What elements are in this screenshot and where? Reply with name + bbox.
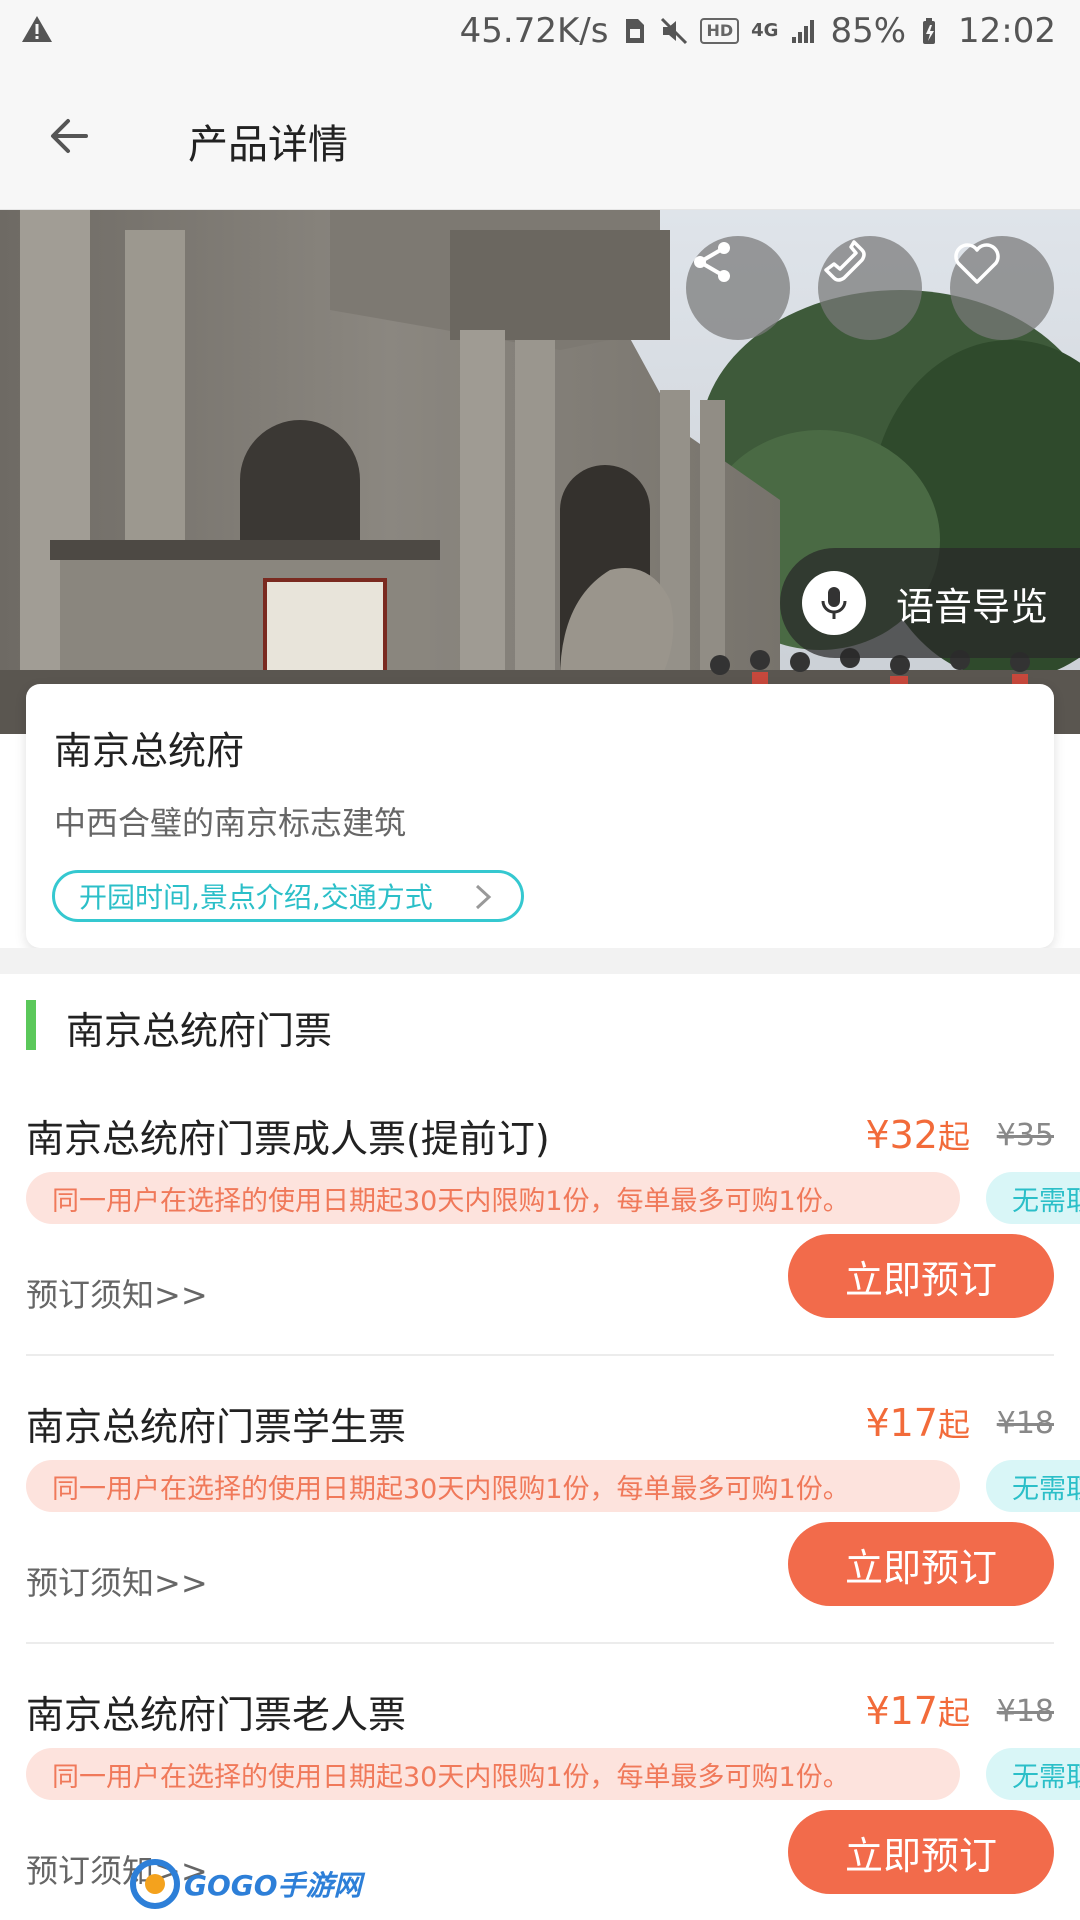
sim-icon <box>626 19 645 43</box>
status-bar: 45.72K/s HD 4G 85% 12:02 <box>0 0 1080 62</box>
battery-percent: 85% <box>830 11 907 51</box>
phone-icon <box>824 240 866 282</box>
share-icon <box>694 242 730 282</box>
signal-icon <box>792 20 815 43</box>
ticket-item: 南京总统府门票成人票(提前订) ¥32起 ¥35 同一用户在选择的使用日期起30… <box>0 1108 1080 1396</box>
ticket-item: 南京总统府门票学生票 ¥17起 ¥18 同一用户在选择的使用日期起30天内限购1… <box>0 1396 1080 1684</box>
network-type: 4G <box>751 20 779 41</box>
ticket-original-price: ¥18 <box>996 1694 1054 1729</box>
ticket-name: 南京总统府门票学生票 <box>26 1405 407 1449</box>
book-now-button[interactable]: 立即预订 <box>788 1522 1054 1606</box>
ticket-price: ¥17起 <box>865 1689 970 1733</box>
heart-icon <box>954 243 1000 284</box>
attraction-info-card: 南京总统府 中西合璧的南京标志建筑 开园时间,景点介绍,交通方式 <box>26 684 1054 948</box>
gogo-logo-icon <box>130 1859 180 1909</box>
purchase-limit-tag: 同一用户在选择的使用日期起30天内限购1份，每单最多可购1份。 <box>26 1460 960 1512</box>
clock: 12:02 <box>958 11 1056 51</box>
favorite-button[interactable] <box>950 236 1054 340</box>
purchase-limit-tag: 同一用户在选择的使用日期起30天内限购1份，每单最多可购1份。 <box>26 1172 960 1224</box>
ticket-price: ¥32起 <box>865 1113 970 1157</box>
call-button[interactable] <box>818 236 922 340</box>
no-pickup-tag: 无需取 <box>986 1460 1080 1512</box>
purchase-limit-tag: 同一用户在选择的使用日期起30天内限购1份，每单最多可购1份。 <box>26 1748 960 1800</box>
ticket-original-price: ¥35 <box>996 1118 1054 1153</box>
watermark: GOGO手游网 <box>130 1856 362 1912</box>
details-link-label: 开园时间,景点介绍,交通方式 <box>79 881 433 914</box>
ticket-name: 南京总统府门票成人票(提前订) <box>26 1117 550 1161</box>
mute-icon <box>661 17 688 45</box>
attraction-details-link[interactable]: 开园时间,景点介绍,交通方式 <box>52 870 524 922</box>
ticket-original-price: ¥18 <box>996 1406 1054 1441</box>
section-spacer <box>0 948 1080 974</box>
chevron-right-icon <box>475 884 492 910</box>
no-pickup-tag: 无需取 <box>986 1172 1080 1224</box>
no-pickup-tag: 无需取 <box>986 1748 1080 1800</box>
book-now-button[interactable]: 立即预订 <box>788 1234 1054 1318</box>
network-speed: 45.72K/s <box>459 11 609 51</box>
warning-icon <box>22 16 52 42</box>
voice-guide-button[interactable]: 语音导览 <box>780 548 1080 658</box>
ticket-price: ¥17起 <box>865 1401 970 1445</box>
divider <box>26 1642 1054 1644</box>
section-title: 南京总统府门票 <box>66 1009 333 1053</box>
attraction-description: 中西合璧的南京标志建筑 <box>54 804 407 842</box>
voice-guide-label: 语音导览 <box>896 584 1049 629</box>
share-button[interactable] <box>686 236 790 340</box>
attraction-name: 南京总统府 <box>54 729 245 773</box>
book-now-button[interactable]: 立即预订 <box>788 1810 1054 1894</box>
page-title: 产品详情 <box>188 122 348 168</box>
battery-icon <box>923 18 936 44</box>
app-bar: 产品详情 <box>0 62 1080 210</box>
watermark-text: GOGO手游网 <box>184 1869 362 1902</box>
ticket-name: 南京总统府门票老人票 <box>26 1693 407 1737</box>
back-arrow-icon[interactable] <box>40 106 100 166</box>
section-accent-bar <box>26 1000 36 1050</box>
mic-icon <box>802 571 866 635</box>
divider <box>26 1354 1054 1356</box>
booking-notice-link[interactable]: 预订须知>> <box>26 1270 208 1316</box>
hd-badge: HD <box>700 18 740 44</box>
booking-notice-link[interactable]: 预订须知>> <box>26 1558 208 1604</box>
